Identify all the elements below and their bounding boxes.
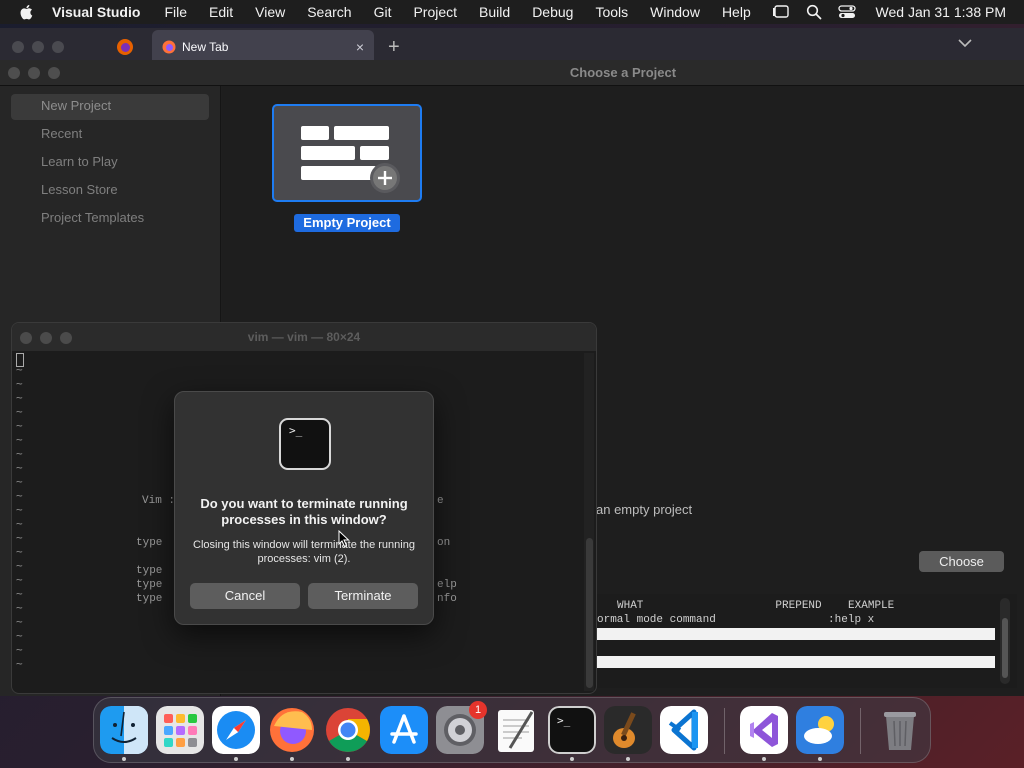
sidebar-item-new-project[interactable]: New Project	[41, 98, 111, 113]
help-table-row: ormal mode command :help x	[597, 614, 875, 626]
vim-intro-text: e	[437, 495, 444, 507]
menu-file[interactable]: File	[164, 4, 187, 20]
running-indicator	[122, 757, 126, 761]
terminate-dialog: >_ Do you want to terminate running proc…	[174, 391, 434, 625]
tab-new-tab[interactable]: New Tab ×	[152, 30, 374, 64]
dock: 1 >_	[93, 697, 931, 763]
empty-project-tile[interactable]	[272, 104, 422, 202]
firefox-icon[interactable]	[268, 706, 316, 754]
help-highlight-row	[597, 656, 995, 668]
vs-title-bar: Choose a Project	[0, 60, 1024, 86]
trash-icon[interactable]	[876, 706, 924, 754]
running-indicator	[626, 757, 630, 761]
menu-bar: Visual Studio File Edit View Search Git …	[0, 0, 1024, 24]
stage-manager-icon[interactable]	[772, 4, 790, 20]
dialog-message: Closing this window will terminate the r…	[193, 539, 415, 565]
chrome-icon[interactable]	[324, 706, 372, 754]
menu-git[interactable]: Git	[374, 4, 392, 20]
visual-studio-icon[interactable]	[740, 706, 788, 754]
vim-intro-text: type	[136, 593, 163, 605]
running-indicator	[290, 757, 294, 761]
vim-intro-text: nfo	[437, 593, 457, 605]
control-center-icon[interactable]	[837, 4, 856, 20]
menu-window[interactable]: Window	[650, 4, 700, 20]
terminal-app-icon: >_	[279, 418, 331, 470]
vim-help-panel: WHAT PREPEND EXAMPLE ormal mode command …	[597, 594, 1017, 688]
help-table-header: WHAT PREPEND EXAMPLE	[617, 600, 895, 612]
terminal-title-bar: vim — vim — 80×24	[12, 323, 596, 351]
terminal-icon[interactable]: >_	[548, 706, 596, 754]
running-indicator	[818, 757, 822, 761]
minimize-window-icon[interactable]	[32, 41, 44, 53]
tab-title: New Tab	[182, 40, 229, 54]
vim-intro-text: elp	[437, 579, 457, 591]
new-tab-button[interactable]: +	[388, 36, 400, 59]
chevron-down-icon[interactable]	[958, 38, 972, 48]
vim-intro-text: Vim :	[142, 495, 176, 507]
dock-separator	[860, 708, 861, 754]
zoom-window-icon[interactable]	[52, 41, 64, 53]
mouse-pointer-icon	[338, 530, 350, 548]
terminal-title: vim — vim — 80×24	[247, 330, 361, 344]
garageband-icon[interactable]	[604, 706, 652, 754]
dialog-title: Do you want to terminate running process…	[200, 496, 408, 527]
dock-separator	[724, 708, 725, 754]
menu-help[interactable]: Help	[722, 4, 751, 20]
vim-intro-text: type	[136, 537, 163, 549]
menu-tools[interactable]: Tools	[595, 4, 628, 20]
firefox-icon	[162, 40, 176, 54]
menu-app-name[interactable]: Visual Studio	[52, 4, 140, 20]
finder-icon[interactable]	[100, 706, 148, 754]
close-window-icon[interactable]	[8, 67, 20, 79]
svg-text:>_: >_	[557, 714, 571, 727]
close-tab-icon[interactable]: ×	[356, 39, 364, 55]
running-indicator	[234, 757, 238, 761]
sidebar-item-lesson-store[interactable]: Lesson Store	[41, 182, 118, 197]
cancel-button[interactable]: Cancel	[190, 583, 300, 609]
browser-window: New Tab × +	[0, 28, 1024, 64]
minimize-window-icon[interactable]	[28, 67, 40, 79]
menu-project[interactable]: Project	[413, 4, 457, 20]
running-indicator	[762, 757, 766, 761]
empty-project-label[interactable]: Empty Project	[294, 214, 400, 232]
empty-project-icon	[301, 126, 400, 193]
textedit-icon[interactable]	[492, 706, 540, 754]
terminal-prompt-glyph: >_	[289, 424, 303, 437]
menu-search[interactable]: Search	[307, 4, 351, 20]
help-scrollbar[interactable]	[1000, 598, 1010, 684]
vim-empty-lines: ~ ~ ~ ~ ~ ~ ~ ~ ~ ~ ~ ~ ~ ~ ~ ~ ~ ~ ~ ~ ~ ~	[16, 363, 23, 670]
weather-icon[interactable]	[796, 706, 844, 754]
sidebar-item-recent[interactable]: Recent	[41, 126, 82, 141]
menubar-clock[interactable]: Wed Jan 31 1:38 PM	[876, 4, 1006, 20]
vim-intro-text: on	[437, 537, 451, 549]
menu-view[interactable]: View	[255, 4, 285, 20]
zoom-window-icon[interactable]	[48, 67, 60, 79]
close-window-icon[interactable]	[12, 41, 24, 53]
menu-debug[interactable]: Debug	[532, 4, 573, 20]
project-description: an empty project	[596, 502, 693, 517]
help-highlight-row	[597, 628, 995, 640]
spotlight-search-icon[interactable]	[806, 4, 822, 20]
sidebar-item-learn-to-play[interactable]: Learn to Play	[41, 154, 118, 169]
vim-intro-text: type	[136, 579, 163, 591]
app-store-icon[interactable]	[380, 706, 428, 754]
running-indicator	[570, 757, 574, 761]
launchpad-icon[interactable]	[156, 706, 204, 754]
terminate-button[interactable]: Terminate	[308, 583, 418, 609]
browser-window-controls	[12, 41, 64, 53]
vs-code-icon[interactable]	[660, 706, 708, 754]
choose-button[interactable]: Choose	[919, 551, 1004, 572]
vim-intro-text: type	[136, 565, 163, 577]
apple-menu-icon[interactable]	[18, 3, 36, 21]
notification-badge: 1	[469, 701, 487, 719]
terminal-scroll-thumb[interactable]	[586, 538, 593, 688]
menu-build[interactable]: Build	[479, 4, 510, 20]
running-indicator	[346, 757, 350, 761]
firefox-pinned-tab-icon[interactable]	[116, 38, 134, 56]
sidebar-item-project-templates[interactable]: Project Templates	[41, 210, 144, 225]
menu-edit[interactable]: Edit	[209, 4, 233, 20]
window-title: Choose a Project	[569, 65, 677, 80]
safari-icon[interactable]	[212, 706, 260, 754]
